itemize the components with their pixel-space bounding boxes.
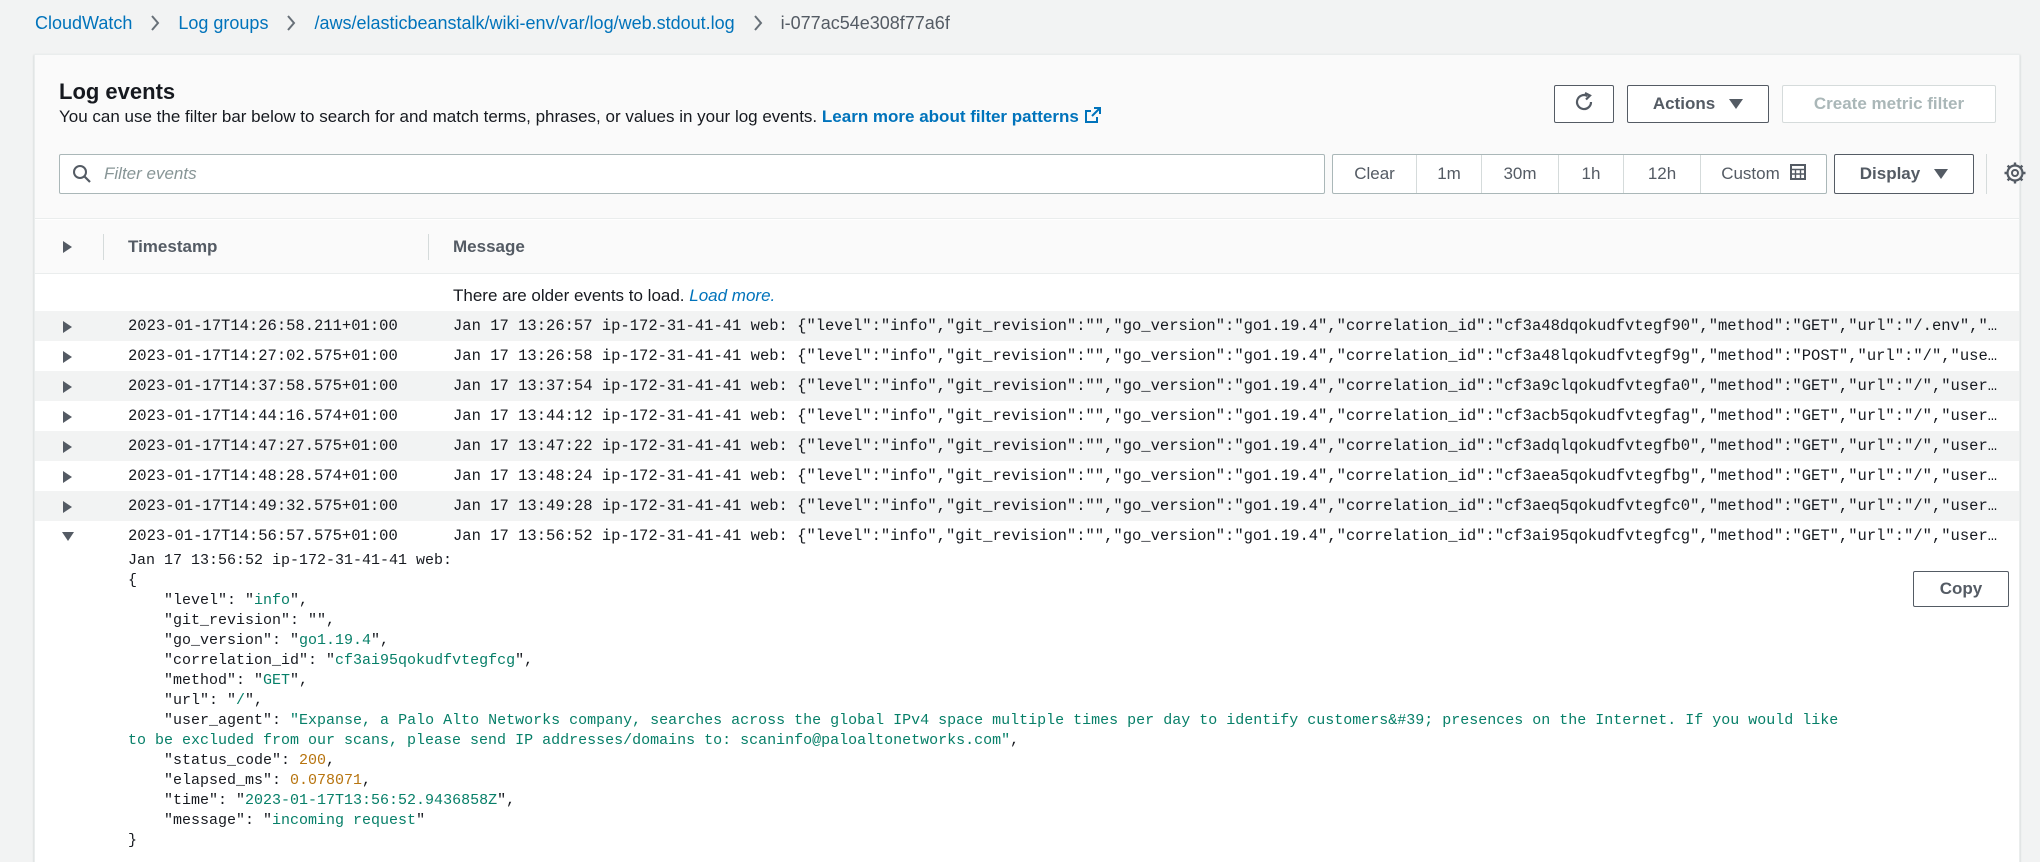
- range-1m[interactable]: 1m: [1417, 155, 1482, 193]
- row-timestamp: 2023-01-17T14:49:32.575+01:00: [128, 497, 398, 515]
- row-message: Jan 17 13:48:24 ip-172-31-41-41 web: {"l…: [453, 467, 1999, 485]
- load-more-link[interactable]: Load more.: [689, 286, 775, 305]
- detail-user-agent-line2: to be excluded from our scans, please se…: [128, 732, 1002, 749]
- search-icon: [72, 164, 92, 189]
- breadcrumb-log-groups-link[interactable]: Log groups: [178, 13, 268, 34]
- filter-events-input[interactable]: [104, 155, 1314, 193]
- divider: [1986, 154, 1987, 194]
- table-row[interactable]: 2023-01-17T14:48:28.574+01:00 Jan 17 13:4…: [35, 461, 2019, 491]
- caret-right-icon[interactable]: [63, 411, 72, 423]
- create-metric-filter-button[interactable]: Create metric filter: [1782, 85, 1996, 123]
- table-row[interactable]: 2023-01-17T14:27:02.575+01:00 Jan 17 13:2…: [35, 341, 2019, 371]
- display-button[interactable]: Display: [1834, 154, 1974, 194]
- detail-method: GET: [263, 672, 291, 689]
- row-message: Jan 17 13:56:52 ip-172-31-41-41 web: {"l…: [453, 527, 1999, 545]
- filter-events-field[interactable]: [59, 154, 1325, 194]
- detail-time: 2023-01-17T13:56:52.9436858Z: [245, 792, 498, 809]
- refresh-button[interactable]: [1554, 85, 1614, 123]
- caret-right-icon[interactable]: [63, 501, 72, 513]
- column-separator: [428, 234, 429, 260]
- gear-icon[interactable]: [2003, 161, 2027, 190]
- expand-all-toggle[interactable]: [63, 220, 72, 274]
- breadcrumb-current: i-077ac54e308f77a6f: [780, 12, 950, 33]
- row-message: Jan 17 13:47:22 ip-172-31-41-41 web: {"l…: [453, 437, 1999, 455]
- chevron-right-icon: [753, 15, 763, 31]
- table-header: Timestamp Message: [35, 220, 2019, 274]
- row-message: Jan 17 13:26:57 ip-172-31-41-41 web: {"l…: [453, 317, 1999, 335]
- table-row[interactable]: 2023-01-17T14:26:58.211+01:00 Jan 17 13:2…: [35, 311, 2019, 341]
- log-events-panel: Log events You can use the filter bar be…: [34, 54, 2026, 862]
- actions-button[interactable]: Actions: [1627, 85, 1769, 123]
- table-row-expanded[interactable]: 2023-01-17T14:56:57.575+01:00 Jan 17 13:5…: [35, 521, 2019, 551]
- table-row[interactable]: 2023-01-17T14:47:27.575+01:00 Jan 17 13:4…: [35, 431, 2019, 461]
- caret-right-icon[interactable]: [63, 471, 72, 483]
- caret-down-icon: [1934, 169, 1949, 179]
- detail-correlation-id: cf3ai95qokudfvtegfcg: [335, 652, 516, 669]
- page-title: Log events: [59, 79, 176, 104]
- range-30m[interactable]: 30m: [1482, 155, 1559, 193]
- panel-header: Log events You can use the filter bar be…: [35, 55, 2026, 219]
- row-timestamp: 2023-01-17T14:26:58.211+01:00: [128, 317, 398, 335]
- table-row[interactable]: 2023-01-17T14:37:58.575+01:00 Jan 17 13:3…: [35, 371, 2019, 401]
- row-timestamp: 2023-01-17T14:37:58.575+01:00: [128, 377, 398, 395]
- learn-more-link[interactable]: Learn more about filter patterns: [822, 107, 1101, 126]
- caret-right-icon: [63, 241, 72, 253]
- caret-down-icon: [1729, 99, 1744, 109]
- copy-button[interactable]: Copy: [1913, 571, 2009, 607]
- older-events-text: There are older events to load.: [453, 286, 685, 305]
- table-row[interactable]: 2023-01-17T14:49:32.575+01:00 Jan 17 13:4…: [35, 491, 2019, 521]
- range-clear[interactable]: Clear: [1333, 155, 1417, 193]
- range-1h[interactable]: 1h: [1559, 155, 1624, 193]
- breadcrumb-cloudwatch-link[interactable]: CloudWatch: [35, 13, 132, 34]
- caret-right-icon[interactable]: [63, 381, 72, 393]
- row-message: Jan 17 13:49:28 ip-172-31-41-41 web: {"l…: [453, 497, 1999, 515]
- breadcrumb: CloudWatch Log groups /aws/elasticbeanst…: [35, 10, 950, 36]
- breadcrumb-log-group-link[interactable]: /aws/elasticbeanstalk/wiki-env/var/log/w…: [314, 13, 734, 34]
- detail-user-agent-line1: Expanse, a Palo Alto Networks company, s…: [299, 712, 1839, 729]
- detail-message: incoming request: [272, 812, 417, 829]
- detail-url: /: [236, 692, 246, 709]
- row-timestamp: 2023-01-17T14:44:16.574+01:00: [128, 407, 398, 425]
- table-row[interactable]: 2023-01-17T14:44:16.574+01:00 Jan 17 13:4…: [35, 401, 2019, 431]
- caret-right-icon[interactable]: [63, 441, 72, 453]
- caret-down-icon[interactable]: [62, 532, 74, 541]
- description-text: You can use the filter bar below to sear…: [59, 107, 818, 126]
- row-timestamp: 2023-01-17T14:48:28.574+01:00: [128, 467, 398, 485]
- column-header-message[interactable]: Message: [453, 220, 525, 274]
- row-timestamp: 2023-01-17T14:27:02.575+01:00: [128, 347, 398, 365]
- column-header-timestamp[interactable]: Timestamp: [128, 220, 217, 274]
- detail-elapsed-ms: 0.078071: [290, 772, 363, 789]
- detail-level: info: [254, 592, 291, 609]
- chevron-right-icon: [150, 15, 160, 31]
- row-timestamp: 2023-01-17T14:56:57.575+01:00: [128, 527, 398, 545]
- row-timestamp: 2023-01-17T14:47:27.575+01:00: [128, 437, 398, 455]
- row-message: Jan 17 13:37:54 ip-172-31-41-41 web: {"l…: [453, 377, 1999, 395]
- log-events-table-body: 2023-01-17T14:26:58.211+01:00 Jan 17 13:2…: [35, 311, 2019, 551]
- caret-right-icon[interactable]: [63, 351, 72, 363]
- external-link-icon: [1084, 107, 1101, 128]
- time-range-selector: Clear 1m 30m 1h 12h Custom: [1332, 154, 1827, 194]
- detail-prefix: Jan 17 13:56:52 ip-172-31-41-41 web:: [128, 552, 453, 569]
- panel-description: You can use the filter bar below to sear…: [59, 107, 1101, 128]
- range-custom[interactable]: Custom: [1701, 155, 1826, 193]
- range-12h[interactable]: 12h: [1624, 155, 1701, 193]
- row-message: Jan 17 13:44:12 ip-172-31-41-41 web: {"l…: [453, 407, 1999, 425]
- caret-right-icon[interactable]: [63, 321, 72, 333]
- detail-go-version: go1.19.4: [299, 632, 372, 649]
- column-separator: [103, 234, 104, 260]
- older-events-notice: There are older events to load. Load mor…: [453, 286, 775, 306]
- row-message: Jan 17 13:26:58 ip-172-31-41-41 web: {"l…: [453, 347, 1999, 365]
- chevron-right-icon: [286, 15, 296, 31]
- calendar-icon: [1789, 163, 1806, 185]
- detail-status-code: 200: [299, 752, 327, 769]
- expanded-log-detail: Jan 17 13:56:52 ip-172-31-41-41 web: { "…: [128, 552, 1839, 849]
- refresh-icon: [1573, 91, 1595, 118]
